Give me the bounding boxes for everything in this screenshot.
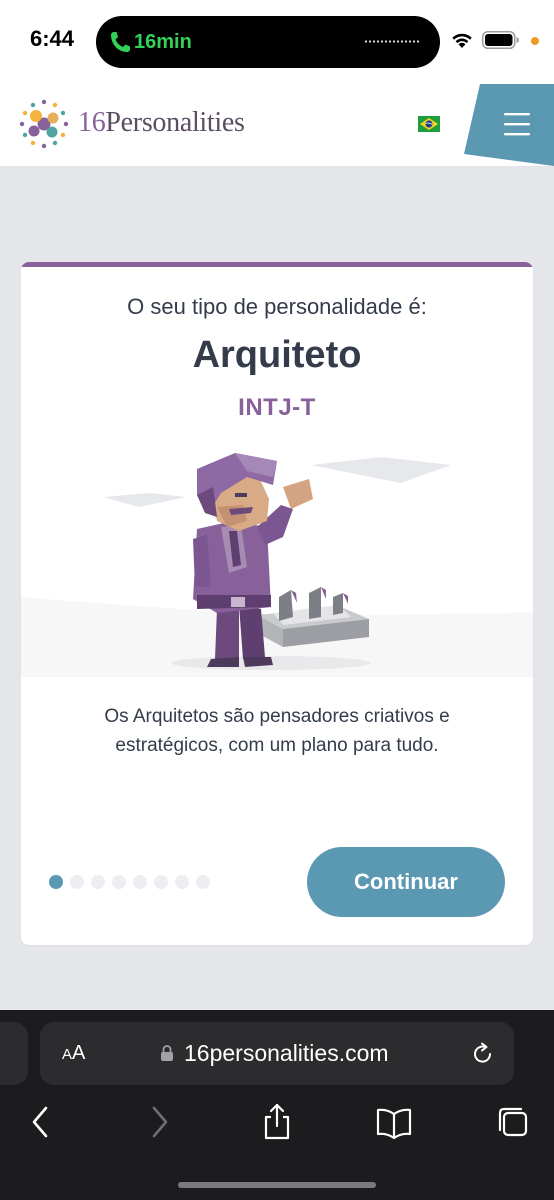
privacy-indicator	[531, 37, 539, 45]
progress-pager	[49, 875, 210, 889]
pager-dot	[70, 875, 84, 889]
browser-bottom-bar: AA 16personalities.com	[0, 1010, 554, 1200]
personality-type-code: INTJ-T	[238, 394, 316, 421]
menu-button[interactable]	[464, 84, 554, 166]
reload-icon[interactable]	[470, 1041, 496, 1067]
brazil-flag-icon[interactable]	[418, 116, 440, 132]
previous-tab-preview[interactable]	[0, 1022, 28, 1085]
tabs-icon	[498, 1107, 528, 1137]
pager-dot	[112, 875, 126, 889]
pager-dot	[175, 875, 189, 889]
pager-dot	[91, 875, 105, 889]
forward-icon	[152, 1106, 168, 1138]
logo-word: Personalities	[105, 107, 245, 138]
call-duration: 16min	[134, 31, 192, 53]
logo-icon[interactable]	[16, 96, 72, 152]
personality-description: Os Arquitetos são pensadores criativos e…	[104, 706, 450, 756]
status-time: 6:44	[30, 26, 75, 51]
card-accent-bar	[21, 262, 533, 267]
architect-illustration	[21, 447, 533, 677]
lock-icon	[161, 1045, 173, 1061]
logo-number: 16	[78, 107, 106, 138]
wifi-icon	[452, 33, 472, 48]
text-size-button[interactable]: AA	[62, 1042, 85, 1065]
pager-dot	[154, 875, 168, 889]
result-intro: O seu tipo de personalidade é:	[127, 294, 427, 319]
site-header: 16Personalities	[0, 84, 554, 166]
pager-dot-active	[49, 875, 63, 889]
share-icon	[264, 1103, 290, 1140]
page: 6:44 16min 16Personalities O seu tipo de…	[0, 0, 554, 1200]
bookmarks-button[interactable]	[376, 1102, 412, 1142]
hamburger-icon	[464, 84, 554, 166]
pager-dot	[133, 875, 147, 889]
logo-wordmark[interactable]: 16Personalities	[78, 107, 245, 139]
phone-icon	[111, 32, 130, 52]
battery-icon	[482, 31, 519, 49]
personality-type-name: Arquiteto	[192, 334, 362, 376]
url-text[interactable]: 16personalities.com	[184, 1040, 389, 1067]
forward-button[interactable]	[142, 1102, 178, 1142]
call-indicator[interactable]: 16min	[96, 16, 440, 68]
back-button[interactable]	[22, 1102, 58, 1142]
back-icon	[32, 1106, 48, 1138]
tabs-button[interactable]	[494, 1102, 530, 1142]
pager-dot	[196, 875, 210, 889]
audio-waveform-icon	[364, 40, 420, 43]
share-button[interactable]	[259, 1102, 295, 1142]
status-bar: 6:44 16min	[0, 0, 554, 84]
bookmarks-icon	[376, 1108, 412, 1140]
personality-result-card: O seu tipo de personalidade é: Arquiteto…	[21, 262, 533, 945]
browser-toolbar	[0, 1102, 554, 1142]
continue-button[interactable]: Continuar	[307, 847, 505, 917]
home-indicator	[178, 1182, 376, 1188]
address-bar[interactable]: AA 16personalities.com	[40, 1022, 514, 1085]
